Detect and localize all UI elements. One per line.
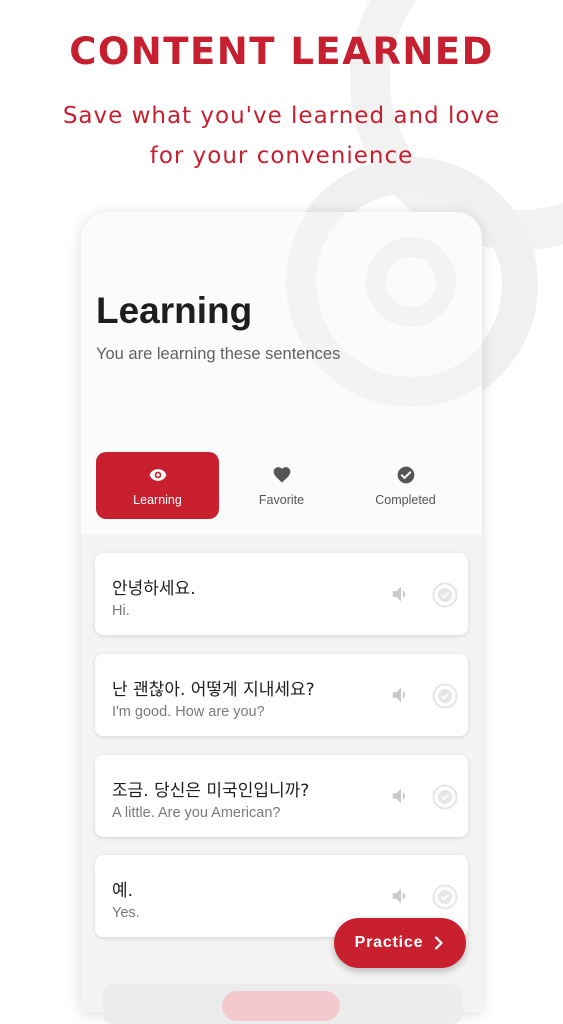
tab-favorite[interactable]: Favorite [220, 452, 343, 519]
sentence-korean: 조금. 당신은 미국인입니까? [112, 781, 310, 801]
promo-headline: CONTENT LEARNED [69, 30, 494, 73]
sentence-card[interactable]: 안녕하세요. Hi. [95, 553, 468, 635]
sentence-card[interactable]: 조금. 당신은 미국인입니까? A little. Are you Americ… [95, 755, 468, 837]
sentence-english: A little. Are you American? [112, 805, 281, 821]
tab-bar: Learning Favorite Completed [96, 452, 467, 519]
promo-subline-line-2: for your convenience [149, 143, 414, 169]
sentence-english: Hi. [112, 603, 130, 619]
tab-favorite-label: Favorite [258, 492, 305, 507]
eye-icon [149, 468, 166, 481]
phone-screen: Learning You are learning these sentence… [81, 212, 482, 1012]
speaker-icon[interactable] [390, 785, 412, 807]
tab-learning-label: Learning [133, 492, 182, 507]
sentence-card[interactable]: 난 괜찮아. 어떻게 지내세요? I'm good. How are you? [95, 654, 468, 736]
check-circle-icon [397, 466, 414, 483]
check-circle-outline-icon[interactable] [432, 582, 458, 608]
next-card-peek-button [222, 991, 340, 1021]
sentence-korean: 난 괜찮아. 어떻게 지내세요? [112, 680, 315, 700]
sentence-english: Yes. [112, 905, 140, 921]
sentence-korean: 안녕하세요. [112, 579, 196, 599]
tab-completed-label: Completed [375, 492, 436, 507]
page-title: Learning [96, 290, 253, 331]
check-circle-outline-icon[interactable] [432, 784, 458, 810]
chevron-right-icon [435, 936, 443, 950]
promo-subline: Save what you've learned and love for yo… [40, 96, 523, 176]
practice-button[interactable]: Practice [334, 918, 466, 968]
tab-completed[interactable]: Completed [344, 452, 467, 519]
tab-learning[interactable]: Learning [96, 452, 219, 519]
check-circle-outline-icon[interactable] [432, 683, 458, 709]
promo-subline-line-1: Save what you've learned and love [62, 103, 501, 129]
sentence-english: I'm good. How are you? [112, 704, 265, 720]
check-circle-outline-icon[interactable] [432, 884, 458, 910]
practice-button-label: Practice [354, 934, 424, 951]
speaker-icon[interactable] [390, 583, 412, 605]
sentence-korean: 예. [112, 881, 134, 901]
heart-icon [273, 466, 290, 482]
speaker-icon[interactable] [390, 684, 412, 706]
page-subtitle: You are learning these sentences [96, 345, 341, 363]
speaker-icon[interactable] [390, 885, 412, 907]
